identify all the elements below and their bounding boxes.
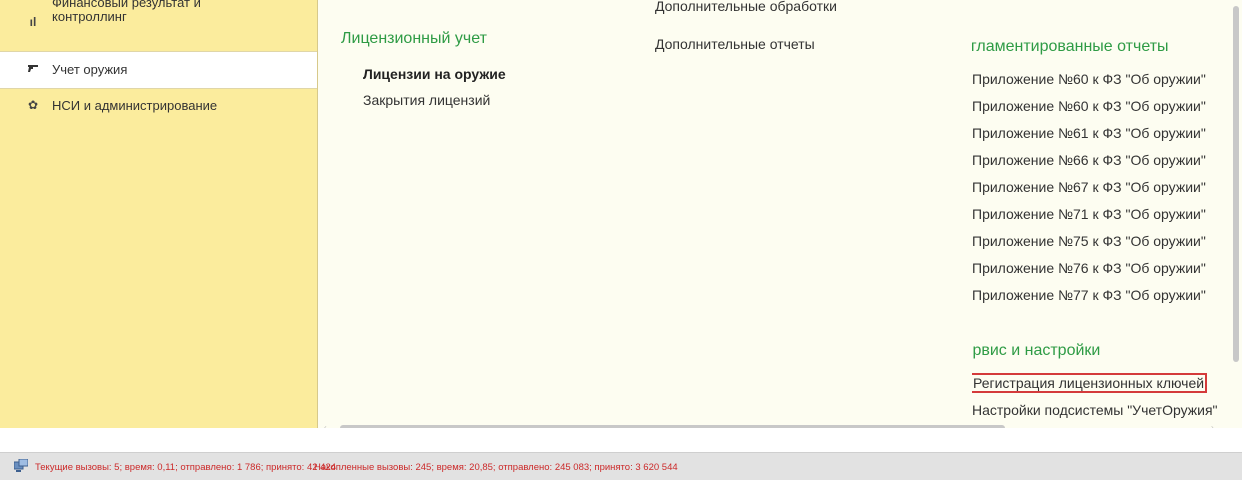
sidebar-item-label: Учет оружия <box>52 62 128 77</box>
pistol-icon <box>26 62 40 76</box>
status-current-calls: Текущие вызовы: 5; время: 0,11; отправле… <box>35 462 337 473</box>
link-license-keys-registration[interactable]: Регистрация лицензионных ключей <box>972 373 1208 393</box>
section-title-licensing: Лицензионный учет <box>341 30 487 47</box>
section-title-service: Сервис и настройки <box>972 342 1101 359</box>
report-link[interactable]: Приложение №76 к ФЗ "Об оружии" <box>972 260 1206 276</box>
bar-chart-icon: ıl <box>29 15 37 29</box>
report-link[interactable]: Приложение №61 к ФЗ "Об оружии" <box>972 125 1206 141</box>
spacer <box>0 428 1242 452</box>
sidebar-item-label: Финансовый результат и контроллинг <box>52 0 201 24</box>
column-reports: Регламентированные отчеты Приложение №60… <box>972 0 1230 422</box>
sidebar: ıl Финансовый результат и контроллинг Уч… <box>0 0 318 428</box>
link-additional-reports[interactable]: Дополнительные отчеты <box>655 36 815 52</box>
section-title-reports: Регламентированные отчеты <box>972 38 1169 55</box>
gear-icon: ✿ <box>27 98 39 112</box>
sidebar-item-label: НСИ и администрирование <box>52 98 218 113</box>
link-subsystem-settings[interactable]: Настройки подсистемы "УчетОружия" <box>972 402 1218 418</box>
vertical-scrollbar[interactable] <box>1230 0 1240 428</box>
sidebar-item-finance[interactable]: ıl Финансовый результат и контроллинг <box>0 0 317 44</box>
link-additional-processing[interactable]: Дополнительные обработки <box>655 0 837 14</box>
status-bar: Текущие вызовы: 5; время: 0,11; отправле… <box>0 452 1242 480</box>
content-panel: Лицензионный учет Лицензии на оружие Зак… <box>318 0 1242 432</box>
report-link[interactable]: Приложение №60 к ФЗ "Об оружии" <box>972 71 1206 87</box>
report-link[interactable]: Приложение №66 к ФЗ "Об оружии" <box>972 152 1206 168</box>
report-link[interactable]: Приложение №77 к ФЗ "Об оружии" <box>972 287 1206 303</box>
report-link[interactable]: Приложение №67 к ФЗ "Об оружии" <box>972 179 1206 195</box>
report-link[interactable]: Приложение №60 к ФЗ "Об оружии" <box>972 98 1206 114</box>
link-weapon-licenses[interactable]: Лицензии на оружие <box>363 66 506 82</box>
link-license-closures[interactable]: Закрытия лицензий <box>363 92 490 108</box>
report-link[interactable]: Приложение №75 к ФЗ "Об оружии" <box>972 233 1206 249</box>
status-accumulated-calls: Накопленные вызовы: 245; время: 20,85; о… <box>314 462 678 473</box>
scrollbar-thumb[interactable] <box>1233 6 1239 362</box>
performance-monitor-icon[interactable] <box>13 458 29 472</box>
sidebar-item-admin[interactable]: ✿ НСИ и администрирование <box>0 91 317 121</box>
report-link[interactable]: Приложение №71 к ФЗ "Об оружии" <box>972 206 1206 222</box>
sidebar-item-weapons[interactable]: Учет оружия <box>0 51 317 89</box>
